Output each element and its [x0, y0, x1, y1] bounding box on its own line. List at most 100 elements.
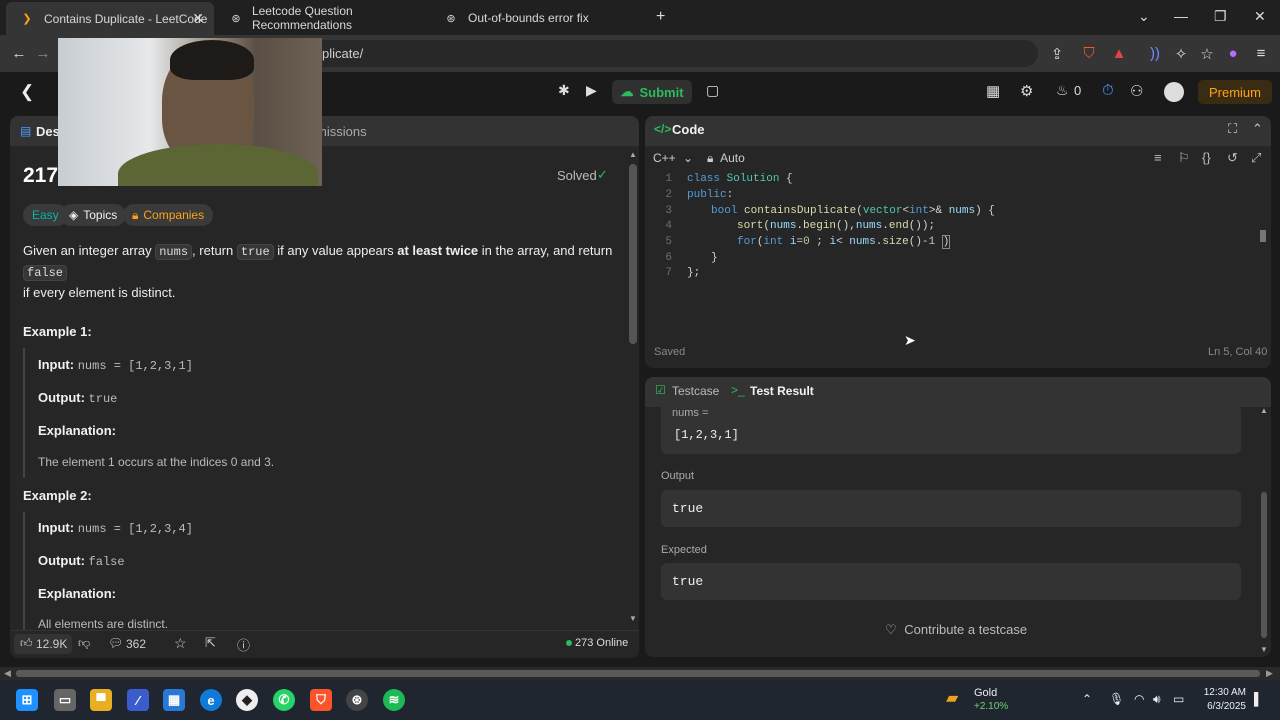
contribute-label: Contribute a testcase [904, 622, 1028, 637]
notes-icon[interactable]: ▢ [706, 82, 719, 99]
contribute-testcase-button[interactable]: ♡ Contribute a testcase [885, 622, 1027, 638]
result-scroll-down-icon[interactable]: ▼ [1260, 645, 1268, 654]
scroll-thumb[interactable] [16, 670, 1260, 677]
tag-icon: ◈ [69, 208, 79, 222]
braces-icon[interactable]: {} [1202, 150, 1211, 165]
scroll-left-icon[interactable]: ◀ [4, 668, 11, 679]
forward-icon[interactable]: → [34, 45, 52, 62]
topics-button[interactable]: ◈ Topics [60, 204, 127, 226]
testcase-check-icon: ☑ [655, 383, 666, 397]
brave-shield-icon[interactable]: ⛉ [1080, 45, 1098, 62]
wifi-icon[interactable]: ◠ [1134, 692, 1144, 706]
line-number: 7 [665, 267, 672, 279]
code-line-6: } [711, 252, 718, 264]
scroll-up-icon[interactable]: ▲ [629, 150, 637, 159]
new-tab-button[interactable]: + [656, 8, 665, 26]
whatsapp-icon[interactable]: ✆ [273, 689, 295, 711]
layout-icon[interactable]: ▦ [986, 82, 1000, 100]
leetcode-logo-icon[interactable]: ❮ [20, 82, 34, 102]
settings-gear-icon[interactable]: ⚙ [1020, 82, 1033, 100]
heart-icon: ♡ [885, 622, 897, 637]
start-icon[interactable]: ⊞ [16, 689, 38, 711]
back-icon[interactable]: ← [10, 45, 28, 62]
comment-icon[interactable]: 💬︎ [108, 636, 123, 650]
spotify-icon[interactable]: ≋ [383, 689, 405, 711]
task-view-icon[interactable]: ▭ [54, 689, 76, 711]
submit-label: Submit [639, 84, 684, 100]
leo-icon[interactable]: )) [1146, 45, 1164, 62]
auto-mode[interactable]: 🔒︎ Auto [707, 151, 745, 166]
vscode-like-icon[interactable]: ⁄ [127, 689, 149, 711]
description-footer [10, 630, 639, 658]
result-scroll-up-icon[interactable]: ▲ [1260, 406, 1268, 415]
perplexity-icon[interactable]: ◆ [236, 689, 258, 711]
close-tab-icon[interactable]: ✕ [192, 10, 204, 27]
tab-description[interactable]: Des [36, 124, 60, 139]
share-icon[interactable]: ⇪ [1048, 45, 1066, 63]
volume-icon[interactable]: 🔊︎ [1153, 692, 1161, 707]
add-user-icon[interactable]: ⚇ [1130, 82, 1143, 100]
tab-testcase[interactable]: Testcase [672, 384, 719, 398]
collapse-icon[interactable]: ⌃ [1252, 121, 1263, 137]
edge-icon[interactable]: e [200, 689, 222, 711]
desc-text: , return [192, 243, 237, 258]
webcam-overlay [58, 38, 322, 186]
favorite-star-icon[interactable]: ☆ [174, 635, 187, 652]
page-horizontal-scrollbar[interactable]: ◀ ▶ [0, 667, 1280, 680]
reset-icon[interactable]: ↺ [1227, 150, 1238, 166]
avatar[interactable] [1164, 82, 1184, 102]
scroll-thumb[interactable] [629, 164, 637, 344]
clock-date[interactable]: 6/3/2025 [1196, 701, 1246, 712]
profile-icon[interactable]: ● [1224, 45, 1242, 62]
chatgpt-app-icon[interactable]: ⊛ [346, 689, 368, 711]
close-window-icon[interactable]: ✕ [1254, 8, 1266, 25]
bookmark-star-icon[interactable]: ☆ [1198, 45, 1216, 63]
premium-button[interactable]: Premium [1198, 80, 1272, 104]
minimize-icon[interactable]: — [1174, 8, 1188, 24]
extensions-icon[interactable]: ✧ [1172, 45, 1190, 63]
battery-icon[interactable]: ▭ [1173, 692, 1184, 706]
file-explorer-icon[interactable]: ▀ [90, 689, 112, 711]
companies-button[interactable]: 🔒︎ Companies [123, 204, 214, 226]
tab-list-icon[interactable]: ⌄ [1138, 8, 1150, 25]
share-link-icon[interactable]: ⇱ [205, 635, 216, 651]
example-2-explanation-label: Explanation: [38, 586, 117, 601]
tray-chevron-icon[interactable]: ⌃ [1082, 692, 1092, 706]
tab-contains-duplicate[interactable]: ❯ Contains Duplicate - LeetCode ✕ [6, 2, 214, 35]
fullscreen-icon[interactable]: ⤢ [1251, 150, 1261, 166]
language-select[interactable]: C++ ⌄ [653, 151, 693, 165]
result-scroll-thumb[interactable] [1261, 492, 1267, 638]
notifications-icon[interactable]: ▌ [1254, 692, 1263, 706]
submit-button[interactable]: ☁ Submit [612, 80, 692, 104]
debug-icon[interactable]: ✱ [558, 82, 570, 99]
tab-out-of-bounds[interactable]: ⊛ Out-of-bounds error fix [430, 4, 640, 32]
brave-rewards-icon[interactable]: ▲ [1110, 45, 1128, 62]
clock-time[interactable]: 12:30 AM [1200, 687, 1246, 698]
comment-count: 362 [126, 637, 147, 651]
timer-icon[interactable]: ⏱ [1102, 82, 1114, 99]
help-icon[interactable]: ⓘ [237, 635, 250, 654]
tab-leetcode-recommendations[interactable]: ⊛ Leetcode Question Recommendations [216, 4, 426, 32]
tab-submissions[interactable]: missions [316, 124, 367, 139]
streak-fire-icon[interactable]: ♨ [1056, 82, 1069, 99]
dislike-icon[interactable]: 👎︎ [78, 636, 90, 651]
code-editor[interactable] [684, 170, 1254, 346]
store-icon[interactable]: ▦ [163, 689, 185, 711]
menu-icon[interactable]: ≡ [1252, 45, 1270, 62]
cursor-position: Ln 5, Col 40 [1208, 346, 1268, 358]
brave-icon[interactable]: ⛉ [310, 689, 332, 711]
scroll-down-icon[interactable]: ▼ [629, 614, 637, 623]
tab-test-result[interactable]: Test Result [750, 384, 814, 398]
microphone-icon[interactable]: 🎙︎ [1109, 692, 1124, 706]
scroll-right-icon[interactable]: ▶ [1266, 668, 1273, 679]
bookmark-icon[interactable]: ⚐ [1178, 150, 1190, 166]
restore-icon[interactable]: ❐ [1214, 8, 1227, 25]
gold-widget-icon[interactable]: ▰ [946, 688, 958, 708]
tab-label: Leetcode Question Recommendations [251, 4, 353, 32]
maximize-icon[interactable]: ⛶ [1228, 121, 1237, 137]
description-scrollbar[interactable]: ▲ ▼ [629, 150, 637, 650]
line-number: 6 [665, 252, 672, 264]
run-icon[interactable]: ▶ [586, 82, 597, 99]
format-icon[interactable]: ≡ [1154, 150, 1162, 165]
input-label: nums = [672, 407, 709, 419]
